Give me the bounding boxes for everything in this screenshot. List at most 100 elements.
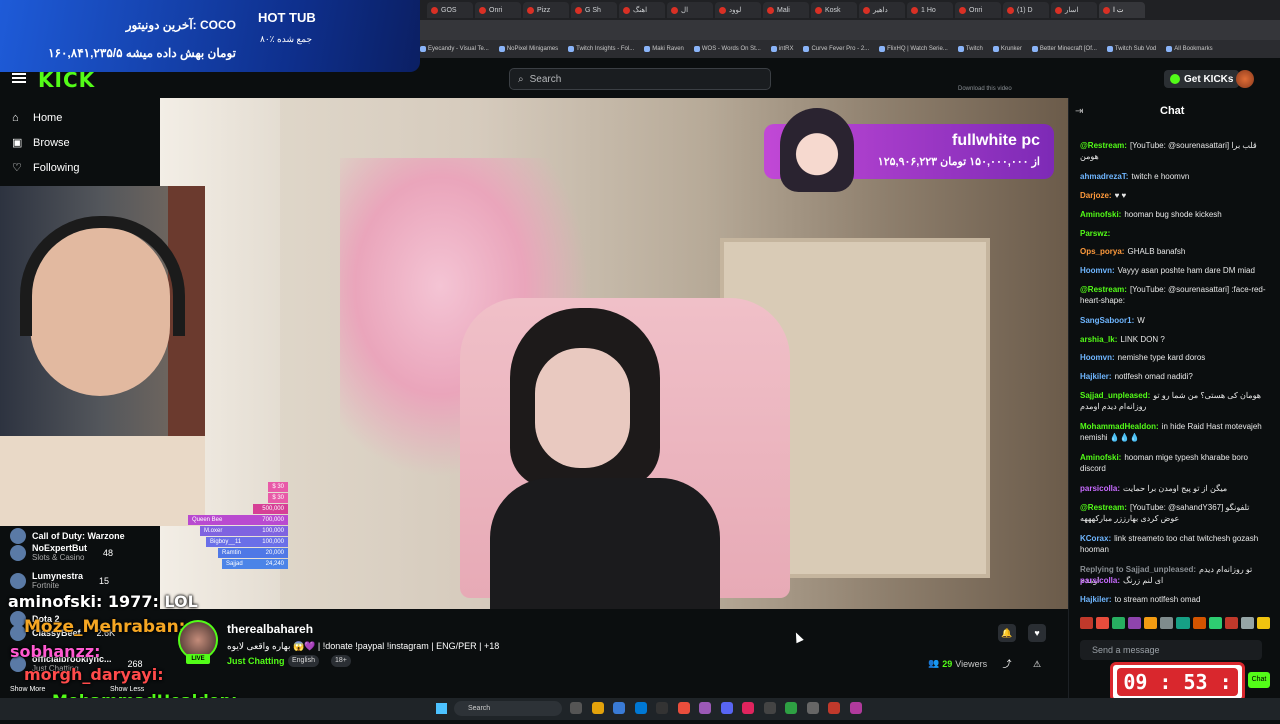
browser-tab[interactable]: ت ا: [1099, 2, 1145, 18]
followed-channel[interactable]: NoExpertBut Slots & Casino 48: [10, 543, 113, 562]
emote-icon[interactable]: [1240, 617, 1254, 629]
emote-icon[interactable]: [1224, 617, 1238, 629]
taskbar-app-icon[interactable]: [849, 702, 862, 714]
browser-tab[interactable]: Onri: [955, 2, 1001, 18]
get-kicks-button[interactable]: Get KICKs: [1164, 70, 1240, 88]
chat-username[interactable]: SangSaboor1:: [1080, 316, 1134, 325]
taskbar-app-icon[interactable]: [613, 702, 625, 714]
browser-tab[interactable]: ال: [667, 2, 713, 18]
chat-username[interactable]: Aminofski:: [1080, 210, 1121, 219]
bookmark-item[interactable]: Twitch Insights - Fol...: [568, 46, 634, 52]
taskbar-app-icon[interactable]: [742, 702, 754, 714]
bookmark-item[interactable]: Maki Raven: [644, 46, 684, 52]
bookmark-item[interactable]: Twitch: [957, 46, 983, 52]
bookmark-item[interactable]: WOS - Words On St...: [693, 46, 761, 52]
emote-icon[interactable]: [1160, 617, 1174, 629]
emote-icon[interactable]: [1192, 617, 1206, 629]
share-icon[interactable]: ⤴: [998, 655, 1016, 673]
emote-icon[interactable]: [1144, 617, 1158, 629]
chat-username[interactable]: @Restream:: [1080, 285, 1127, 294]
hamburger-menu-icon[interactable]: [12, 73, 26, 83]
emote-icon[interactable]: [1080, 617, 1094, 629]
notification-bell-button[interactable]: 🔔: [998, 624, 1016, 642]
emote-icon[interactable]: [1128, 617, 1142, 629]
chat-username[interactable]: Hoomvn:: [1080, 266, 1115, 275]
stream-category[interactable]: Just Chatting: [227, 656, 285, 666]
browser-tab[interactable]: (1) D: [1003, 2, 1049, 18]
taskbar-app-icon[interactable]: [699, 702, 711, 714]
chat-username[interactable]: Parswz:: [1080, 229, 1110, 238]
taskbar-app-icon[interactable]: [570, 702, 582, 714]
bookmark-item[interactable]: NoPixel Minigames: [498, 46, 558, 52]
chat-username[interactable]: KCorax:: [1080, 534, 1111, 543]
browser-tab[interactable]: اهنگ: [619, 2, 665, 18]
browser-tab[interactable]: 1 Ho: [907, 2, 953, 18]
sidebar-item-following[interactable]: ♡ Following: [12, 162, 79, 174]
follow-heart-button[interactable]: ♥: [1028, 624, 1046, 642]
browser-tab[interactable]: Onri: [475, 2, 521, 18]
chat-username[interactable]: MohammadHealdon:: [1080, 422, 1159, 431]
show-more-button[interactable]: Show More: [10, 686, 45, 693]
report-icon[interactable]: ⚠: [1028, 655, 1046, 673]
chat-username[interactable]: ahmadrezaT:: [1080, 172, 1128, 181]
followed-channel[interactable]: Call of Duty: Warzone: [10, 528, 141, 544]
chat-username[interactable]: Aminofski:: [1080, 453, 1121, 462]
bookmark-item[interactable]: Krunker: [992, 46, 1022, 52]
bookmark-item[interactable]: intRX: [770, 46, 793, 52]
bookmark-item[interactable]: Eyecandy - Visual Te...: [420, 46, 489, 52]
chat-send-button[interactable]: Chat: [1248, 672, 1270, 688]
emote-icon[interactable]: [1112, 617, 1126, 629]
browser-tab[interactable]: لو‌ود: [715, 2, 761, 18]
emote-icon[interactable]: [1256, 617, 1270, 629]
browser-tab[interactable]: G Sh: [571, 2, 617, 18]
chat-username[interactable]: parsicolla:: [1080, 576, 1120, 585]
taskbar-app-icon[interactable]: [828, 702, 840, 714]
chat-username[interactable]: Hoomvn:: [1080, 353, 1115, 362]
browser-tab[interactable]: Mali: [763, 2, 809, 18]
taskbar-app-icon[interactable]: [634, 702, 647, 714]
taskbar-app-icon[interactable]: [677, 702, 690, 714]
bookmark-item[interactable]: Better Minecraft [Of...: [1031, 46, 1097, 52]
browser-tab[interactable]: Pizz: [523, 2, 569, 18]
emote-icon[interactable]: [1208, 617, 1222, 629]
bookmark-item[interactable]: All Bookmarks: [1166, 46, 1213, 52]
chat-username[interactable]: @Restream:: [1080, 141, 1127, 150]
search-input[interactable]: ⌕ Search: [509, 68, 771, 90]
emote-icon[interactable]: [1096, 617, 1110, 629]
sidebar-item-browse[interactable]: ▣ Browse: [12, 137, 70, 149]
streamer-name[interactable]: therealbahareh: [227, 622, 313, 636]
chat-username[interactable]: Hajkiler:: [1080, 372, 1112, 381]
sidebar-item-home[interactable]: ⌂ Home: [12, 112, 62, 124]
emote-bar[interactable]: [1080, 617, 1270, 631]
taskbar-app-icon[interactable]: [591, 702, 604, 714]
chat-message-input[interactable]: Send a message: [1080, 640, 1262, 660]
followed-channel[interactable]: Lumynestra Fortnite 15: [10, 571, 109, 590]
chat-username[interactable]: arshia_lk:: [1080, 335, 1117, 344]
download-video-hint[interactable]: Download this video: [958, 86, 1012, 92]
bookmark-item[interactable]: Twitch Sub Vod: [1106, 46, 1156, 52]
browser-tab[interactable]: Kosk: [811, 2, 857, 18]
browser-tab[interactable]: اسار: [1051, 2, 1097, 18]
chat-username[interactable]: Sajjad_unpleased:: [1080, 391, 1150, 400]
taskbar-app-icon[interactable]: [806, 702, 819, 714]
browser-tab[interactable]: داهير: [859, 2, 905, 18]
taskbar-app-icon[interactable]: [720, 702, 733, 714]
taskbar-app-icon[interactable]: [763, 702, 776, 714]
taskbar-search[interactable]: Search: [454, 701, 562, 716]
chat-username[interactable]: parsicolla:: [1080, 484, 1120, 493]
tag-english[interactable]: English: [288, 655, 319, 667]
chat-username[interactable]: @Restream:: [1080, 503, 1127, 512]
chat-username[interactable]: Hajkiler:: [1080, 595, 1112, 604]
emote-icon[interactable]: [1176, 617, 1190, 629]
bookmark-item[interactable]: FlixHQ | Watch Serie...: [879, 46, 948, 52]
browser-tab[interactable]: GOS: [427, 2, 473, 18]
user-avatar[interactable]: [1236, 70, 1254, 88]
bookmark-item[interactable]: Curve Fever Pro - 2...: [803, 46, 869, 52]
chat-username[interactable]: Replying to Sajjad_unpleased:: [1080, 565, 1196, 574]
chat-username[interactable]: Darjoze:: [1080, 191, 1112, 200]
collapse-chat-icon[interactable]: ⇥: [1075, 106, 1083, 117]
taskbar-app-icon[interactable]: [656, 702, 668, 714]
taskbar-app-icon[interactable]: [785, 702, 797, 714]
windows-start-icon[interactable]: [436, 703, 447, 714]
chat-username[interactable]: Ops_porya:: [1080, 247, 1124, 256]
